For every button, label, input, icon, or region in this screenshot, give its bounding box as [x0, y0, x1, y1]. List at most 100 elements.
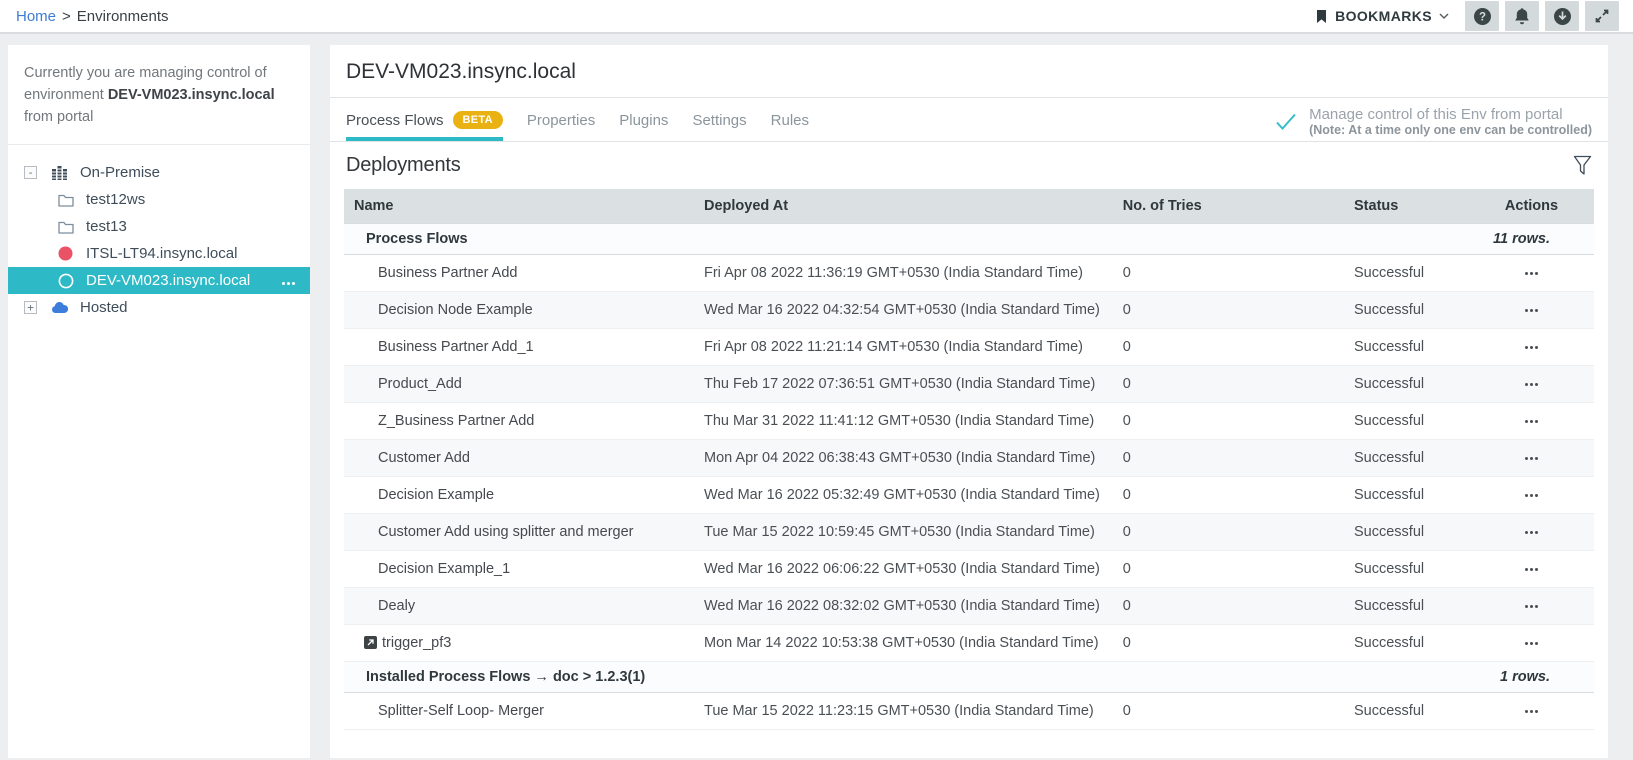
tree-item-test12ws[interactable]: test12ws: [8, 186, 310, 213]
svg-text:?: ?: [1478, 11, 1485, 23]
portal-control[interactable]: Manage control of this Env from portal (…: [1275, 106, 1592, 137]
group-row-count: 11 rows.: [1344, 223, 1594, 255]
tree-item-test13[interactable]: test13: [8, 213, 310, 240]
group-row-count: 1 rows.: [1344, 661, 1594, 693]
deployment-name: Business Partner Add: [378, 265, 518, 281]
row-actions-button[interactable]: [1524, 703, 1539, 719]
top-bar: Home > Environments BOOKMARKS ?: [0, 0, 1633, 34]
table-row: Product_Add Thu Feb 17 2022 07:36:51 GMT+…: [344, 365, 1594, 403]
filter-button[interactable]: [1573, 155, 1592, 176]
tab-label: Rules: [770, 112, 809, 129]
table-row: Decision Example_1 Wed Mar 16 2022 06:06:…: [344, 550, 1594, 588]
filter-funnel-icon: [1573, 155, 1592, 175]
help-button[interactable]: ?: [1465, 1, 1499, 31]
deployed-at: Wed Mar 16 2022 04:32:54 GMT+0530 (India…: [694, 291, 1113, 329]
column-header-actions: Actions: [1469, 189, 1594, 224]
fullscreen-button[interactable]: [1585, 1, 1619, 31]
tries-count: 0: [1112, 439, 1344, 477]
row-actions-button[interactable]: [1524, 413, 1539, 429]
breadcrumb-home-link[interactable]: Home: [16, 8, 56, 25]
tab-settings[interactable]: Settings: [692, 99, 746, 141]
deployment-name: Z_Business Partner Add: [378, 413, 535, 429]
row-actions-button[interactable]: [1524, 635, 1539, 651]
tree-item-label: test12ws: [86, 191, 146, 209]
expand-node-icon[interactable]: +: [24, 301, 37, 315]
download-icon: [1553, 7, 1572, 26]
tree-item-label: test13: [86, 218, 127, 236]
group-title: Installed Process Flows → doc > 1.2.3(1): [344, 661, 1344, 693]
bookmarks-label: BOOKMARKS: [1335, 8, 1432, 24]
deployments-header: Deployments: [330, 142, 1608, 189]
cloud-icon: [51, 300, 68, 316]
tree-item-hosted[interactable]: + Hosted: [8, 294, 310, 321]
row-actions-button[interactable]: [1524, 598, 1539, 614]
tab-process-flows[interactable]: Process Flows BETA: [346, 98, 503, 141]
deployed-at: Tue Mar 15 2022 10:59:45 GMT+0530 (India…: [694, 513, 1113, 551]
tree-item-on-premise[interactable]: - On-Premise: [8, 159, 310, 186]
tree-item-label: ITSL-LT94.insync.local: [86, 245, 238, 263]
tab-plugins[interactable]: Plugins: [619, 99, 668, 141]
page-title: DEV-VM023.insync.local: [330, 45, 1608, 98]
content-area: Currently you are managing control of en…: [0, 34, 1633, 758]
portal-control-label: Manage control of this Env from portal: [1309, 106, 1563, 123]
deployed-at: Tue Mar 15 2022 11:23:15 GMT+0530 (India…: [694, 692, 1113, 730]
tree-item-dev-vm023-insync-local[interactable]: DEV-VM023.insync.local: [8, 267, 310, 295]
tries-count: 0: [1112, 291, 1344, 329]
notifications-button[interactable]: [1505, 1, 1539, 31]
status-label: Successful: [1344, 550, 1469, 588]
table-row: Z_Business Partner Add Thu Mar 31 2022 11…: [344, 402, 1594, 440]
table-row: Business Partner Add_1 Fri Apr 08 2022 11…: [344, 328, 1594, 366]
row-actions-button[interactable]: [1524, 302, 1539, 318]
row-actions-button[interactable]: [1524, 487, 1539, 503]
row-actions-button[interactable]: [1524, 450, 1539, 466]
column-header-no-of-tries: No. of Tries: [1112, 189, 1344, 224]
control-notice-suffix: from portal: [24, 108, 94, 125]
column-header-status: Status: [1344, 189, 1469, 224]
tab-rules[interactable]: Rules: [771, 99, 809, 141]
download-button[interactable]: [1545, 1, 1579, 31]
table-row: Decision Example Wed Mar 16 2022 05:32:49…: [344, 476, 1594, 514]
tree-item-itsl-lt94-insync-local[interactable]: ITSL-LT94.insync.local: [8, 240, 310, 267]
status-label: Successful: [1344, 624, 1469, 662]
deployment-name: Dealy: [378, 598, 416, 614]
deployment-name: Decision Example: [378, 487, 495, 503]
bookmarks-button[interactable]: BOOKMARKS: [1315, 8, 1449, 24]
environment-detail-panel: DEV-VM023.insync.local Process Flows BETA…: [330, 45, 1608, 758]
table-row: Customer Add Mon Apr 04 2022 06:38:43 GMT…: [344, 439, 1594, 477]
group-title: Process Flows: [344, 223, 1344, 255]
bookmark-flag-icon: [1315, 9, 1328, 24]
status-label: Successful: [1344, 476, 1469, 514]
deployed-at: Wed Mar 16 2022 06:06:22 GMT+0530 (India…: [694, 550, 1113, 588]
tries-count: 0: [1112, 402, 1344, 440]
row-actions-button[interactable]: [1524, 265, 1539, 281]
table-row: Splitter-Self Loop- Merger Tue Mar 15 202…: [344, 692, 1594, 730]
breadcrumb: Home > Environments: [16, 8, 169, 25]
tries-count: 0: [1112, 624, 1344, 662]
folder-icon: [57, 219, 74, 235]
row-actions-button[interactable]: [1524, 376, 1539, 392]
row-actions-button[interactable]: [1524, 561, 1539, 577]
row-actions-button[interactable]: [1524, 339, 1539, 355]
deployed-at: Wed Mar 16 2022 08:32:02 GMT+0530 (India…: [694, 587, 1113, 625]
control-notice-env: DEV-VM023.insync.local: [107, 86, 275, 103]
deployment-name: Business Partner Add_1: [378, 339, 534, 355]
collapse-icon[interactable]: -: [24, 166, 37, 180]
tab-properties[interactable]: Properties: [527, 99, 595, 141]
trigger-icon: [364, 636, 377, 649]
deployment-name: Decision Example_1: [378, 561, 511, 577]
table-row: Business Partner Add Fri Apr 08 2022 11:3…: [344, 254, 1594, 292]
portal-control-note: (Note: At a time only one env can be con…: [1309, 123, 1592, 137]
red-dot-icon: [57, 246, 74, 262]
tries-count: 0: [1112, 587, 1344, 625]
table-row: trigger_pf3 Mon Mar 14 2022 10:53:38 GMT+…: [344, 624, 1594, 662]
row-actions-button[interactable]: [1524, 524, 1539, 540]
deployment-name: Product_Add: [378, 376, 462, 392]
column-header-name: Name: [344, 189, 694, 224]
deployment-name: trigger_pf3: [382, 635, 452, 651]
breadcrumb-current: Environments: [76, 7, 169, 25]
deployment-name: Customer Add: [378, 450, 470, 466]
deployment-name: Decision Node Example: [378, 302, 533, 318]
tree-item-menu-button[interactable]: [281, 274, 296, 291]
deployed-at: Fri Apr 08 2022 11:21:14 GMT+0530 (India…: [694, 328, 1113, 366]
deployed-at: Wed Mar 16 2022 05:32:49 GMT+0530 (India…: [694, 476, 1113, 514]
